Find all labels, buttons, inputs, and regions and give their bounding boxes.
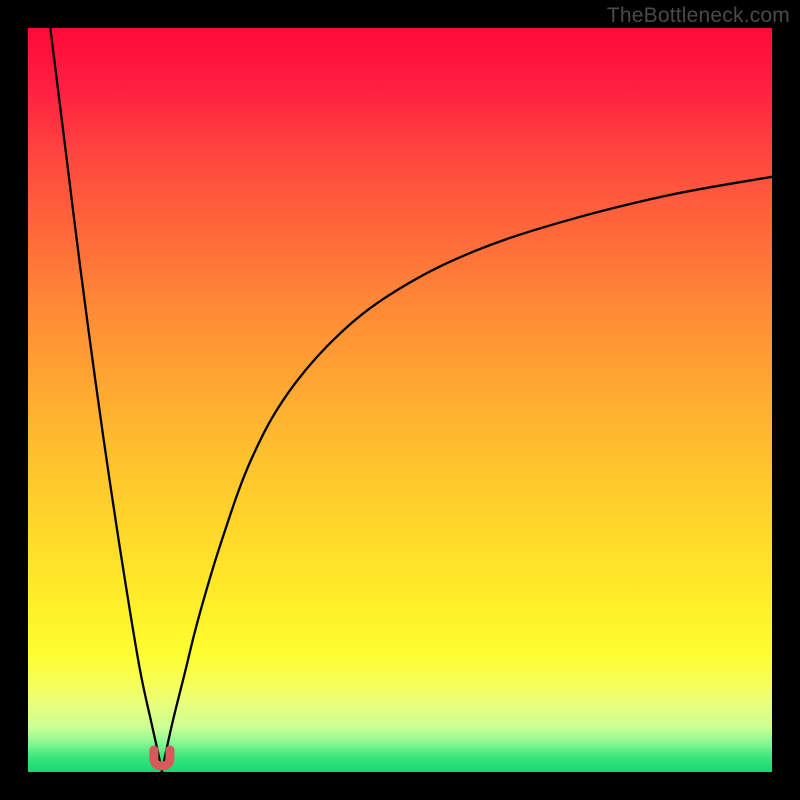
plot-area — [28, 28, 772, 772]
curve-layer — [28, 28, 772, 772]
outer-frame: TheBottleneck.com — [0, 0, 800, 800]
series-left-branch — [50, 28, 162, 772]
optimal-u-marker — [154, 750, 170, 766]
bottleneck-curve — [50, 28, 772, 772]
watermark-text: TheBottleneck.com — [607, 4, 790, 28]
optimal-marker — [154, 750, 170, 766]
series-right-branch — [162, 177, 772, 772]
